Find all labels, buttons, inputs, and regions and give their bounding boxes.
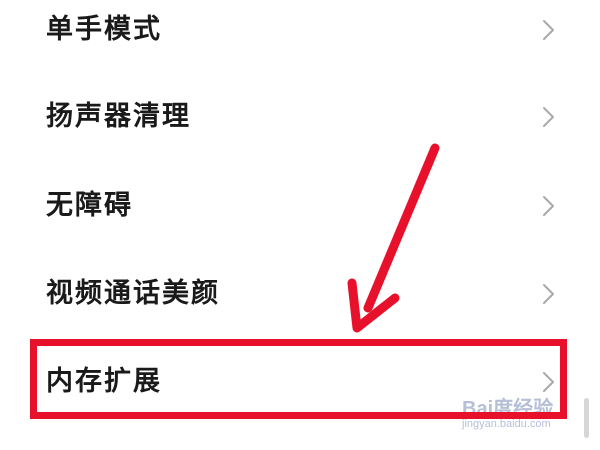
chevron-right-icon [536, 105, 560, 129]
settings-item-label: 视频通话美颜 [46, 278, 220, 309]
chevron-right-icon [536, 194, 560, 218]
scrollbar-thumb[interactable] [584, 398, 589, 438]
settings-item-label: 内存扩展 [46, 366, 162, 397]
settings-item-one-handed-mode[interactable]: 单手模式 [0, 0, 600, 60]
chevron-right-icon [536, 370, 560, 394]
settings-list: 单手模式 扬声器清理 无障碍 视频通话美颜 内存扩展 [0, 0, 600, 450]
chevron-right-icon [536, 18, 560, 42]
settings-item-speaker-cleaning[interactable]: 扬声器清理 [0, 87, 600, 147]
settings-item-video-call-beauty[interactable]: 视频通话美颜 [0, 264, 600, 324]
chevron-right-icon [536, 282, 560, 306]
settings-item-accessibility[interactable]: 无障碍 [0, 176, 600, 236]
settings-item-label: 单手模式 [46, 14, 162, 45]
settings-item-label: 扬声器清理 [46, 101, 191, 132]
settings-item-memory-extension[interactable]: 内存扩展 [0, 352, 600, 412]
settings-item-label: 无障碍 [46, 190, 133, 221]
